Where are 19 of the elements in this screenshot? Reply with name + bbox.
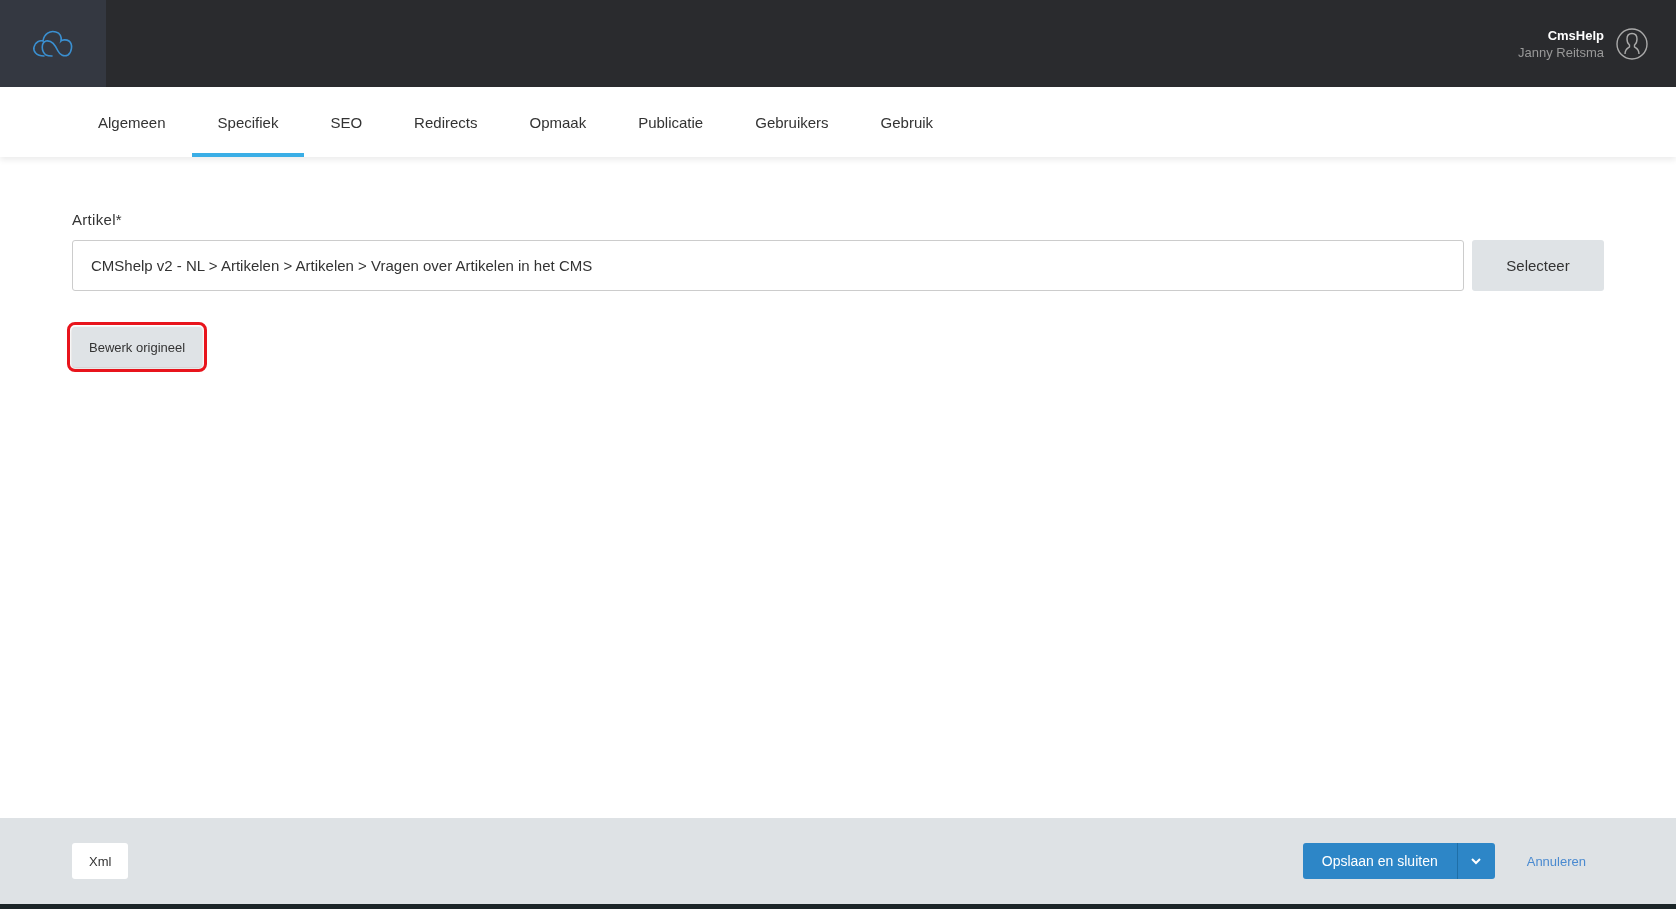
site-name: CmsHelp [1547,27,1604,43]
user-avatar-icon[interactable] [1616,27,1648,60]
user-name: Janny Reitsma [1518,44,1604,60]
save-options-button[interactable] [1457,843,1495,879]
chevron-down-icon [1470,857,1483,865]
field-label: Artikel* [72,211,123,228]
cloud-logo-icon[interactable] [32,28,74,59]
xml-button[interactable]: Xml [72,843,129,879]
tab[interactable]: Gebruikers [729,87,855,157]
save-and-close-button[interactable]: Opslaan en sluiten [1302,843,1458,879]
tab[interactable]: Gebruik [854,87,960,157]
tab[interactable]: Specifiek [191,87,305,157]
tab[interactable]: Opmaak [503,87,613,157]
select-button[interactable]: Selecteer [1472,240,1604,291]
tab[interactable]: SEO [304,87,389,157]
tab[interactable]: Redirects [388,87,504,157]
tab[interactable]: Algemeen [72,87,192,157]
article-path-field[interactable]: CMShelp v2 - NL > Artikelen > Artikelen > Vragen over Artikelen in het CMS [72,240,1464,291]
tab[interactable]: Publicatie [612,87,730,157]
